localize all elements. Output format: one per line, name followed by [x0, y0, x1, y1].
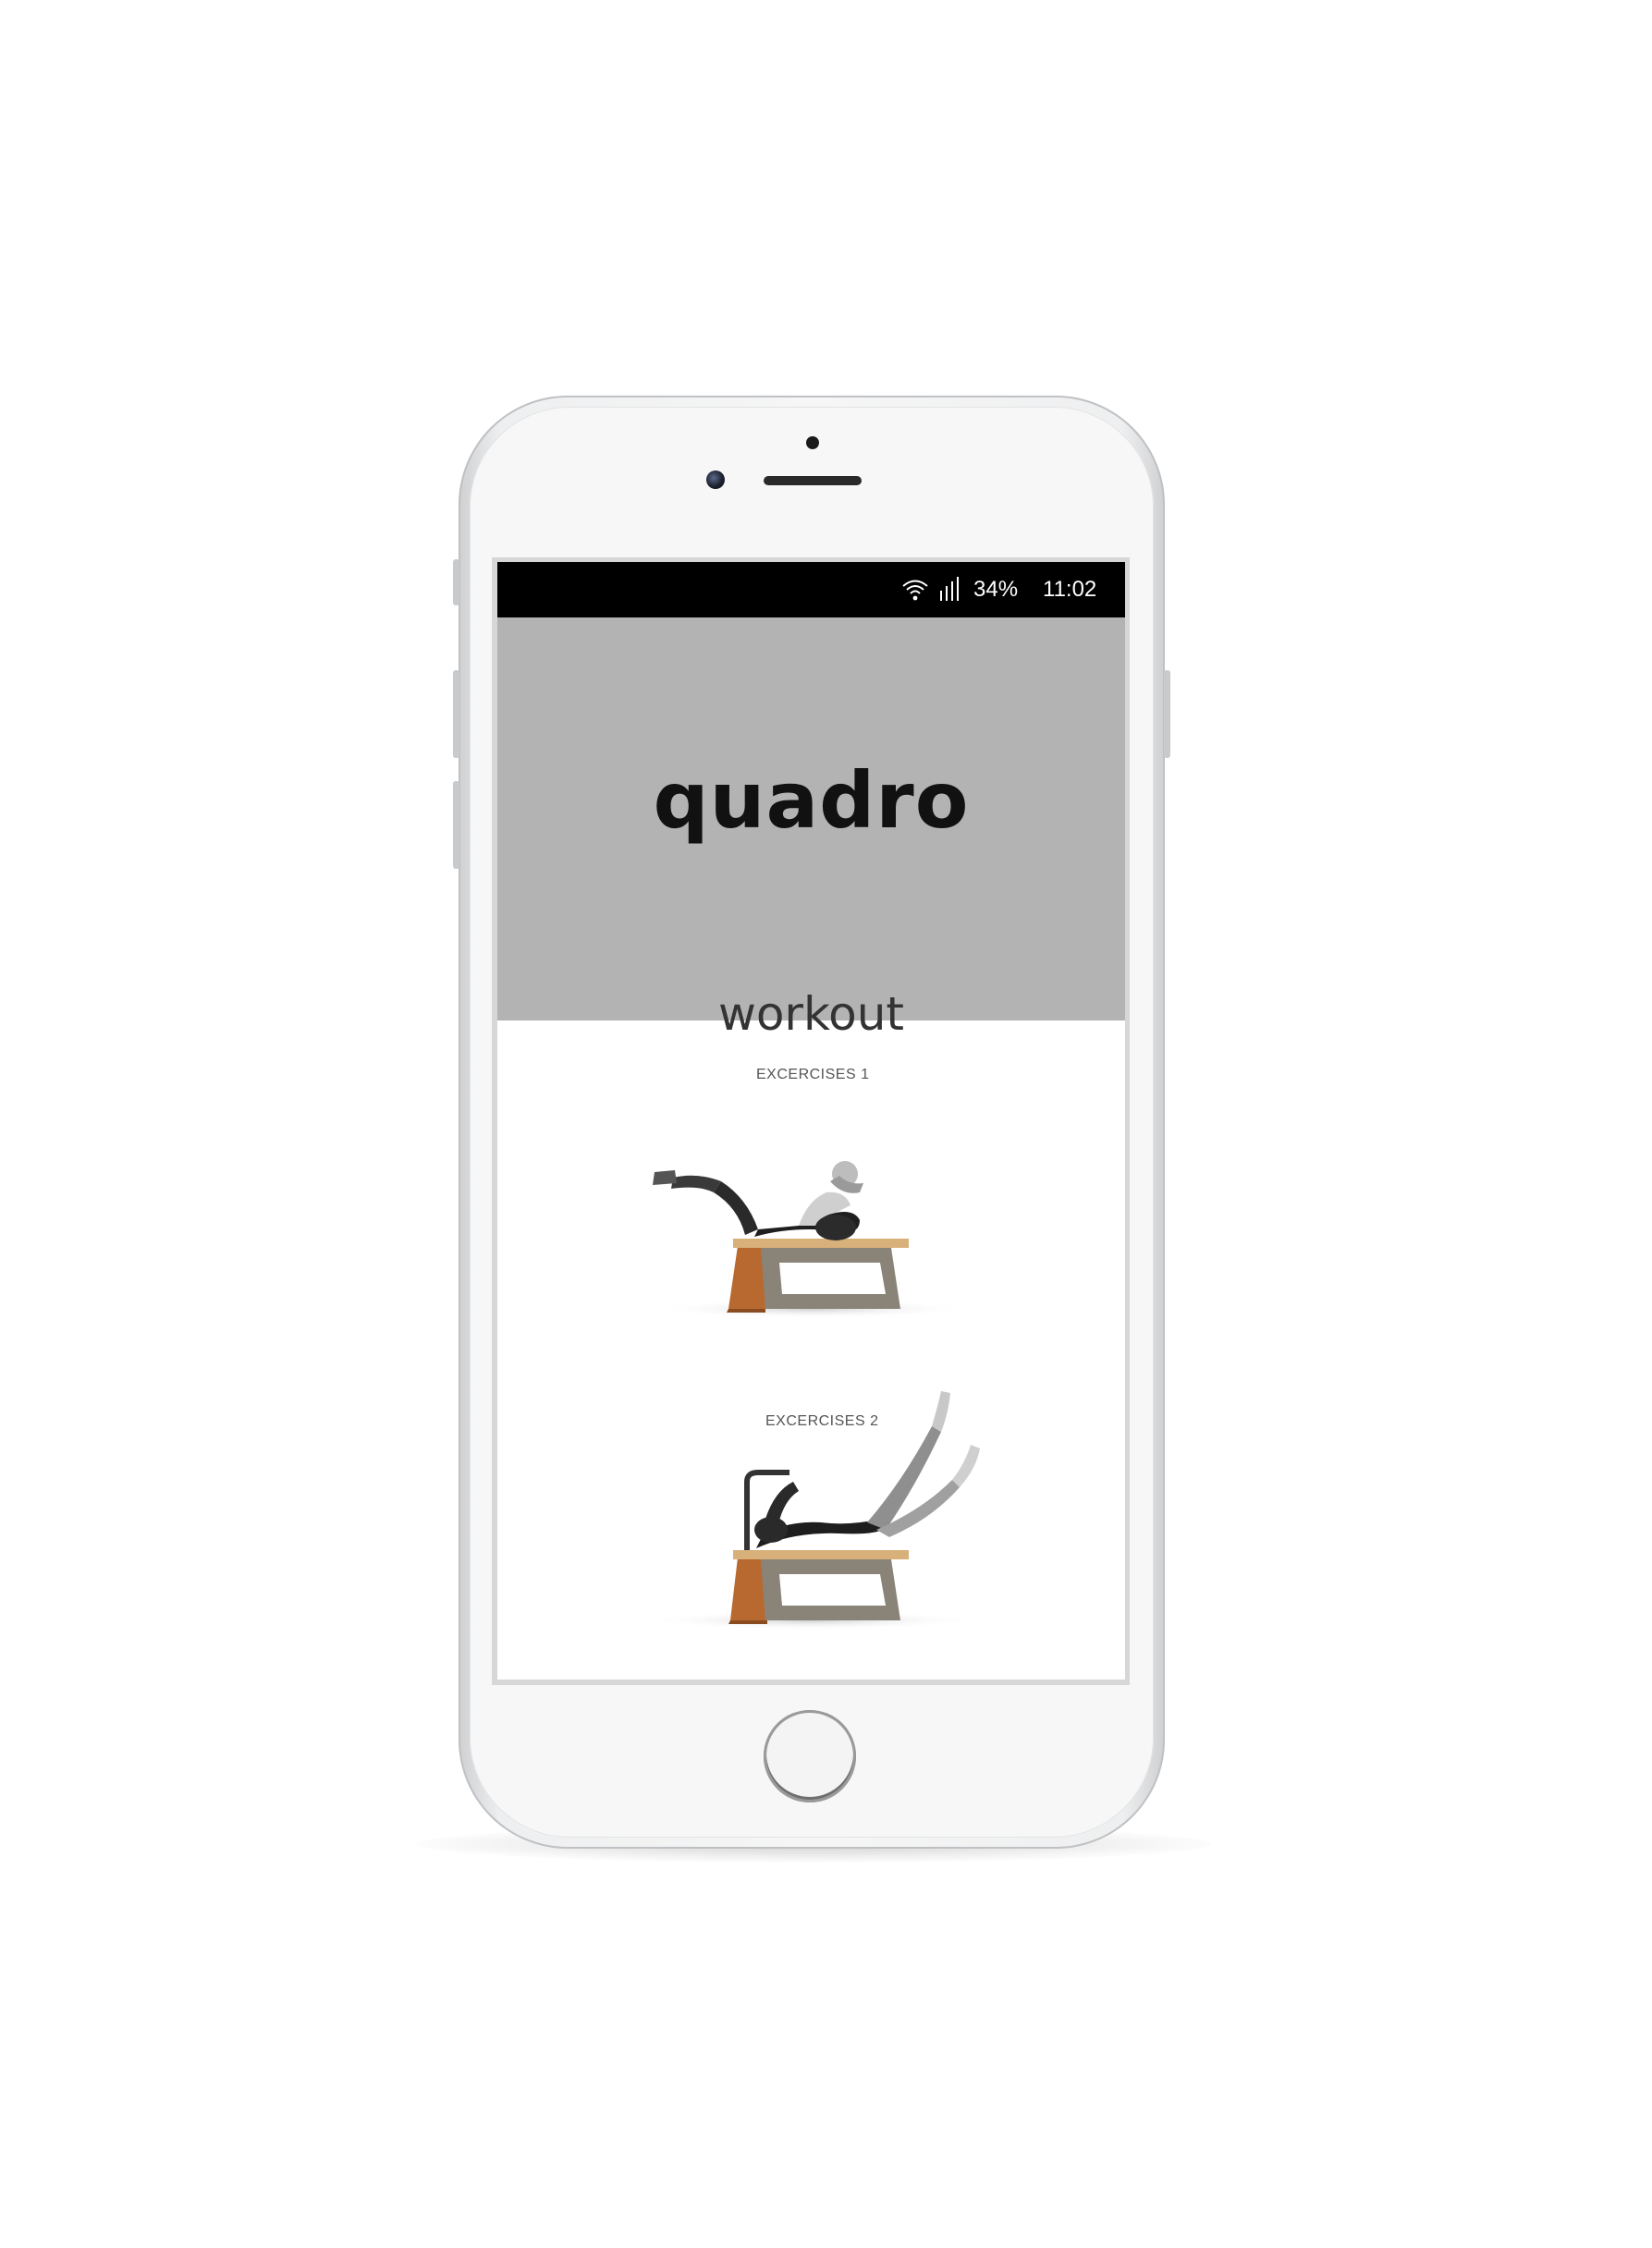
status-time: 11:02 — [1043, 577, 1097, 602]
hero-banner: quadro — [497, 617, 1125, 1020]
workout-heading: workout — [717, 987, 905, 1041]
volume-down-button[interactable] — [453, 781, 459, 869]
front-camera-icon — [706, 470, 725, 489]
proximity-sensor — [806, 436, 819, 449]
exercise-1-label[interactable]: EXCERCISES 1 — [756, 1066, 869, 1084]
stage: 34% 11:02 quadro workout EXCERCISES 1 EX… — [0, 0, 1652, 2248]
status-bar: 34% 11:02 — [497, 562, 1125, 617]
wifi-icon — [902, 580, 928, 601]
earpiece-speaker-icon — [764, 476, 862, 485]
battery-percentage: 34% — [973, 577, 1019, 602]
signal-bars-icon — [940, 577, 959, 601]
screen: 34% 11:02 quadro workout EXCERCISES 1 EX… — [497, 562, 1125, 1680]
mute-switch[interactable] — [453, 559, 459, 605]
app-title: quadro — [653, 755, 970, 846]
exercise-1-illustration[interactable] — [618, 1117, 987, 1329]
power-button[interactable] — [1164, 670, 1170, 758]
exercise-2-illustration[interactable] — [608, 1371, 997, 1639]
volume-up-button[interactable] — [453, 670, 459, 758]
home-button-icon[interactable] — [764, 1710, 856, 1802]
